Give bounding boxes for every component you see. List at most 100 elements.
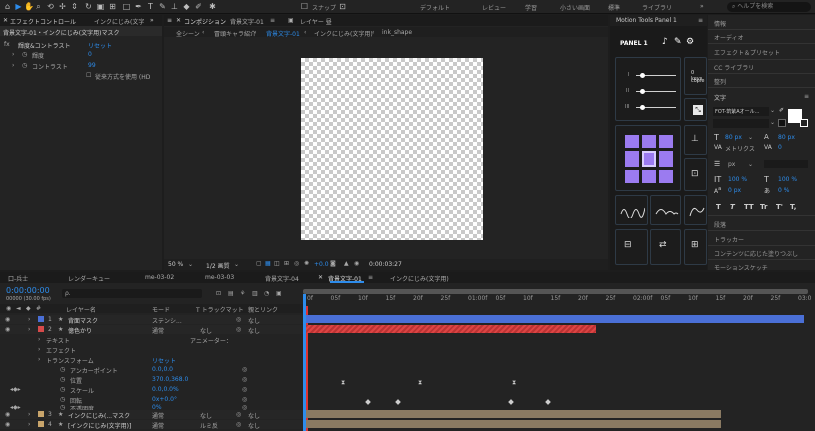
rotate-tool-icon[interactable]: ↻ — [84, 2, 93, 11]
move-tool-icon[interactable]: ✢ — [58, 2, 67, 11]
frame-blending-icon[interactable]: ▥ — [252, 290, 258, 297]
table-row[interactable]: ◉ › 3 ★ インクにじみ(...マスク 通常 なし ◎ なし — [0, 410, 303, 420]
shape-tool-icon[interactable]: □ — [122, 2, 131, 11]
tracking-value[interactable]: 0 — [778, 144, 782, 151]
sequence-card[interactable]: ⊟ — [615, 229, 648, 265]
show-snapshot-icon[interactable]: ▲ — [344, 260, 349, 267]
layer-name[interactable]: 億色かり — [68, 326, 92, 335]
font-style-select[interactable] — [713, 119, 769, 128]
layer-name[interactable]: [インクにじみ(文字用)] — [68, 421, 131, 430]
property-value[interactable]: 0.0,0.0 — [152, 366, 173, 373]
effect-controls-tab[interactable]: エフェクトコントロール — [10, 17, 76, 26]
property-row[interactable]: › テキスト アニメーター： — [0, 335, 303, 345]
property-value[interactable]: 370.0,368.0 — [152, 376, 188, 383]
parent-pickwhip-icon[interactable]: ◎ — [236, 326, 241, 333]
tsume-value[interactable]: 0 % — [778, 187, 789, 194]
render-queue-tab[interactable]: レンダーキュー — [68, 274, 110, 283]
exposure-icon[interactable]: ✺ — [304, 260, 309, 267]
link-card[interactable]: ⊞ — [684, 229, 707, 265]
grid-icon[interactable]: ⊞ — [284, 260, 289, 267]
stroke-width-unit[interactable]: px — [728, 161, 735, 168]
layer-bar-3[interactable] — [306, 410, 721, 418]
font-family-select[interactable]: FOT-筑紫Aオール... — [713, 107, 769, 116]
property-row[interactable]: ◷ アンカーポイント 0.0,0.0 ◎ — [0, 365, 303, 375]
keyframe[interactable] — [395, 399, 401, 405]
keyframe[interactable] — [508, 399, 514, 405]
no-color-swatch[interactable] — [778, 119, 786, 127]
label-color-swatch[interactable] — [38, 316, 44, 322]
cc-libraries-tab[interactable]: CC ライブラリ — [714, 63, 754, 72]
expression-pickwhip-icon[interactable]: ◎ — [242, 366, 247, 373]
ease-card-3[interactable] — [684, 195, 707, 225]
transparency-grid-icon[interactable]: ▦ — [265, 260, 271, 267]
workspace-overflow-icon[interactable]: » — [700, 3, 704, 10]
panel-menu-icon[interactable]: ≡ — [167, 17, 172, 24]
kerning-value[interactable]: メトリクス — [725, 144, 755, 153]
visibility-eye-icon[interactable]: ◉ — [5, 316, 10, 323]
motion-sketch-tab[interactable]: モーションスケッチ — [714, 263, 768, 272]
layer-mode[interactable]: 通常 — [152, 421, 164, 430]
workspace-library[interactable]: ライブラリ — [642, 3, 672, 12]
zoom-tool-icon[interactable]: ⌕ — [34, 2, 43, 11]
pencil-icon[interactable]: ✎ — [674, 37, 682, 47]
current-time[interactable]: 0:00:03:27 — [369, 261, 402, 268]
column-mode[interactable]: モード — [152, 305, 170, 314]
comp-flowchart-icon[interactable]: ⊡ — [216, 290, 221, 297]
column-parent[interactable]: 親とリンク — [248, 305, 278, 314]
clone-stamp-tool-icon[interactable]: ⊥ — [170, 2, 179, 11]
layer-parent[interactable]: なし — [248, 421, 260, 430]
breadcrumb-item[interactable]: ink_shape — [382, 29, 412, 36]
effect-name[interactable]: 輝度&コントラスト — [18, 41, 71, 50]
effects-presets-tab[interactable]: エフェクト＆プリセット — [714, 48, 780, 57]
swap-card[interactable]: ⇄ — [650, 229, 681, 265]
panel-overflow-icon[interactable]: » — [150, 17, 154, 24]
faux-italic-button[interactable]: T — [730, 203, 744, 211]
keyframe[interactable] — [365, 399, 371, 405]
color-icon[interactable]: ◉ — [354, 260, 359, 267]
content-aware-fill-tab[interactable]: コンテンツに応じた塗りつぶし — [714, 249, 798, 258]
expand-chevron-icon[interactable]: › — [38, 336, 40, 343]
layer-name[interactable]: インクにじみ(...マスク — [68, 411, 130, 420]
close-icon[interactable]: ✕ — [176, 17, 181, 24]
close-icon[interactable]: ✕ — [3, 17, 8, 24]
paragraph-panel-tab[interactable]: 段落 — [714, 220, 726, 229]
stopwatch-icon[interactable]: ◷ — [60, 386, 65, 393]
slider-1[interactable] — [636, 73, 676, 78]
breadcrumb-item[interactable]: 全シーン — [176, 29, 200, 38]
parent-pickwhip-icon[interactable]: ◎ — [236, 421, 241, 428]
eyedropper-icon[interactable]: ✐ — [779, 107, 784, 114]
brightness-value[interactable]: 0 — [88, 51, 92, 58]
workspace-review[interactable]: レビュー — [482, 3, 506, 12]
stopwatch-icon[interactable]: ◷ — [60, 366, 65, 373]
layer-trackmatte[interactable]: ルミ反 — [200, 421, 218, 430]
timeline-tab[interactable]: me-03-03 — [205, 274, 234, 281]
orbit-tool-icon[interactable]: ⟲ — [46, 2, 55, 11]
keyframe-nav-icon[interactable]: ◂◆▸ — [10, 386, 21, 393]
timeline-tab[interactable]: 口-兵士 — [8, 274, 28, 283]
layer-trackmatte[interactable]: なし — [200, 326, 212, 335]
workspace-small-screen[interactable]: 小さい画面 — [560, 3, 590, 12]
expand-chevron-icon[interactable]: › — [38, 356, 40, 363]
layer-mode[interactable]: 通常 — [152, 411, 164, 420]
stopwatch-icon[interactable]: ◷ — [22, 51, 27, 58]
shy-icon[interactable]: ⚘ — [240, 290, 245, 297]
keyframe-hold-icon[interactable]: ⧗ — [512, 379, 516, 387]
type-tool-icon[interactable]: T — [146, 2, 155, 11]
panel-menu-icon[interactable]: ≡ — [804, 93, 809, 100]
exposure-value[interactable]: +0.0 — [314, 261, 329, 268]
table-row[interactable]: ◉ › 4 ★ [インクにじみ(文字用)] 通常 ルミ反 ◎ なし — [0, 420, 303, 430]
slider-2[interactable] — [636, 89, 676, 94]
faux-bold-button[interactable]: T — [716, 203, 730, 211]
expand-chevron-icon[interactable]: › — [28, 421, 30, 428]
tracker-panel-tab[interactable]: トラッカー — [714, 235, 744, 244]
expand-chevron-icon[interactable]: › — [28, 411, 30, 418]
composition-tab[interactable]: コンポジション — [184, 17, 226, 26]
property-value[interactable]: リセット — [152, 356, 176, 365]
legacy-checkbox[interactable]: ☐ — [86, 72, 91, 79]
expression-pickwhip-icon[interactable]: ◎ — [242, 376, 247, 383]
layer-mode[interactable]: 通常 — [152, 326, 164, 335]
motion-blur-icon[interactable]: ◔ — [264, 290, 269, 297]
timeline-timecode[interactable]: 0:00:00:00 — [6, 286, 50, 295]
resolution-select[interactable]: 1/2 画質 — [206, 261, 230, 270]
workspace-default[interactable]: デフォルト — [420, 3, 450, 12]
